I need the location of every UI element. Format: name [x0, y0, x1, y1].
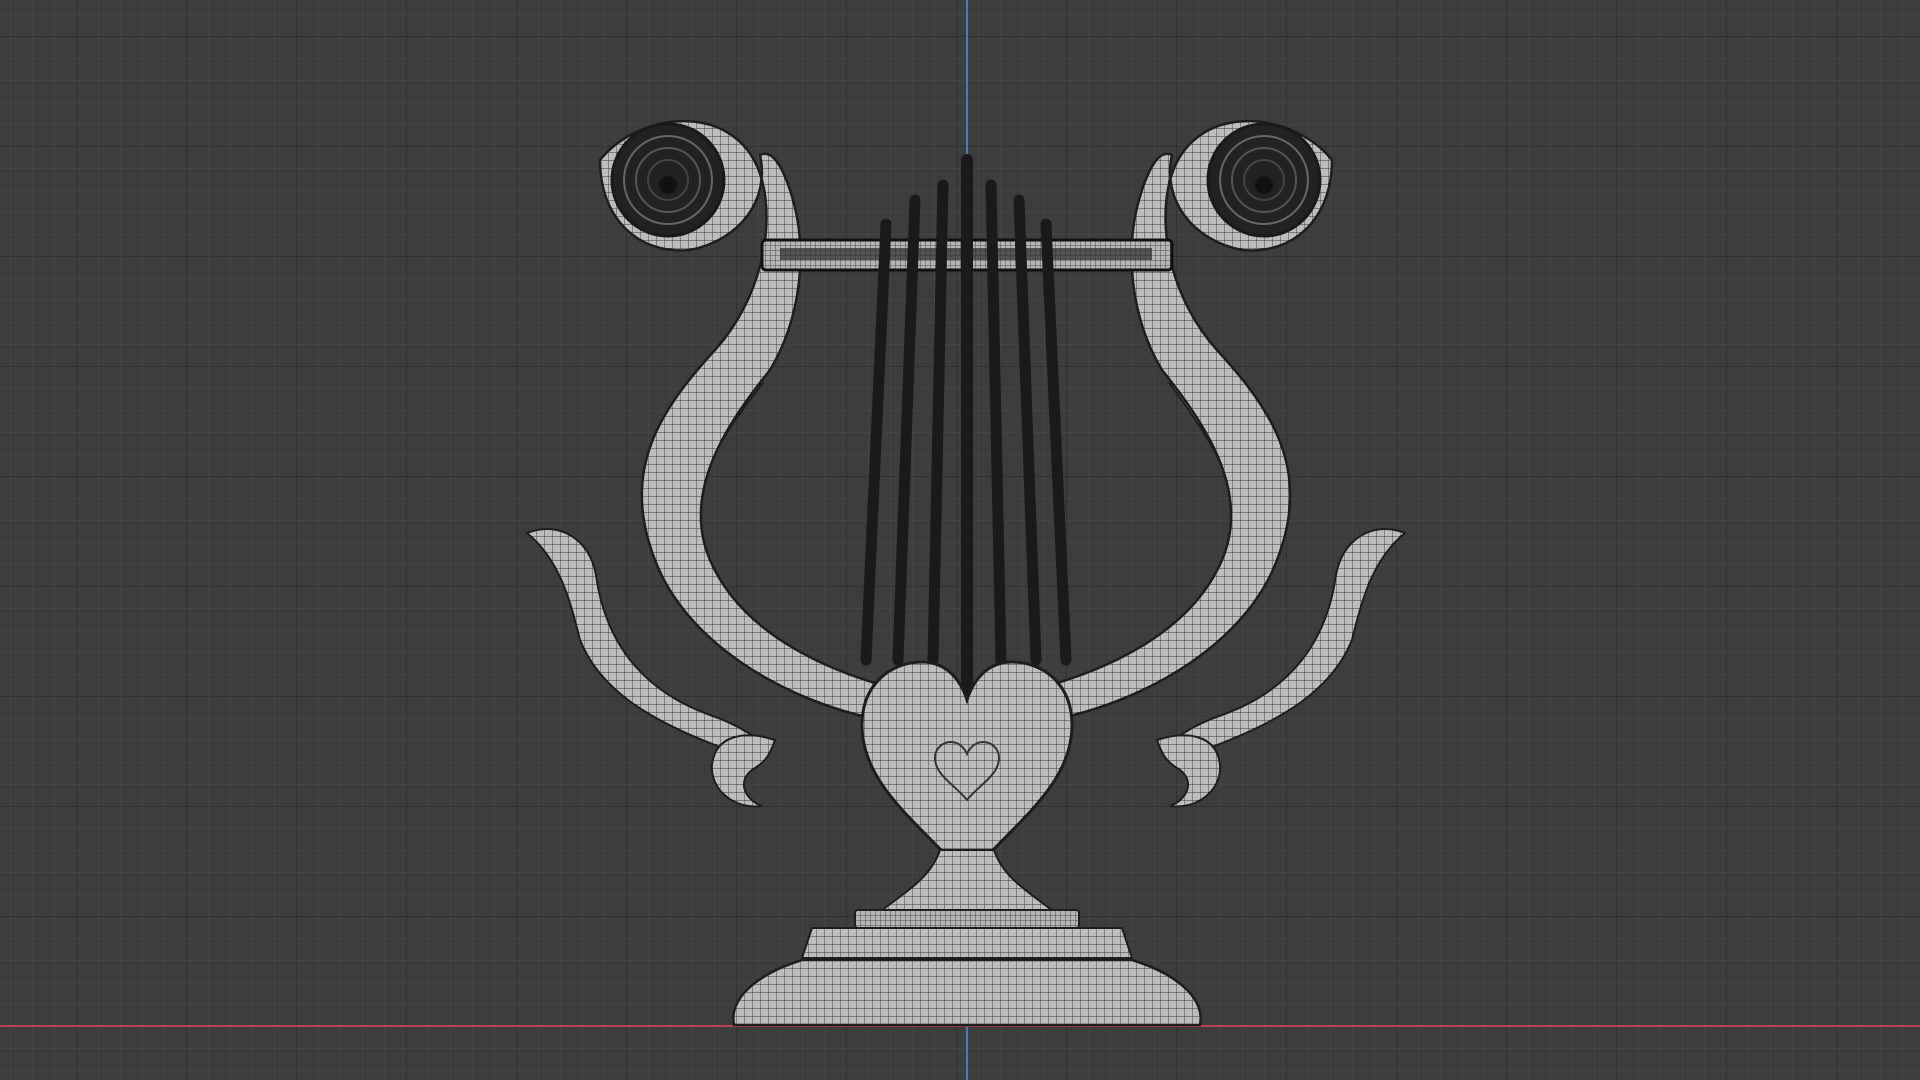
- 3d-viewport[interactable]: [0, 0, 1920, 1080]
- pedestal-base[interactable]: [732, 849, 1202, 1027]
- right-scroll-spiral[interactable]: [1206, 122, 1322, 238]
- left-scroll-spiral[interactable]: [610, 122, 726, 238]
- string-7: [1040, 218, 1072, 666]
- string-1: [860, 218, 892, 666]
- left-curl-tip[interactable]: [710, 734, 777, 808]
- lyre-model[interactable]: [0, 0, 1920, 1080]
- right-curl-tip[interactable]: [1155, 734, 1222, 808]
